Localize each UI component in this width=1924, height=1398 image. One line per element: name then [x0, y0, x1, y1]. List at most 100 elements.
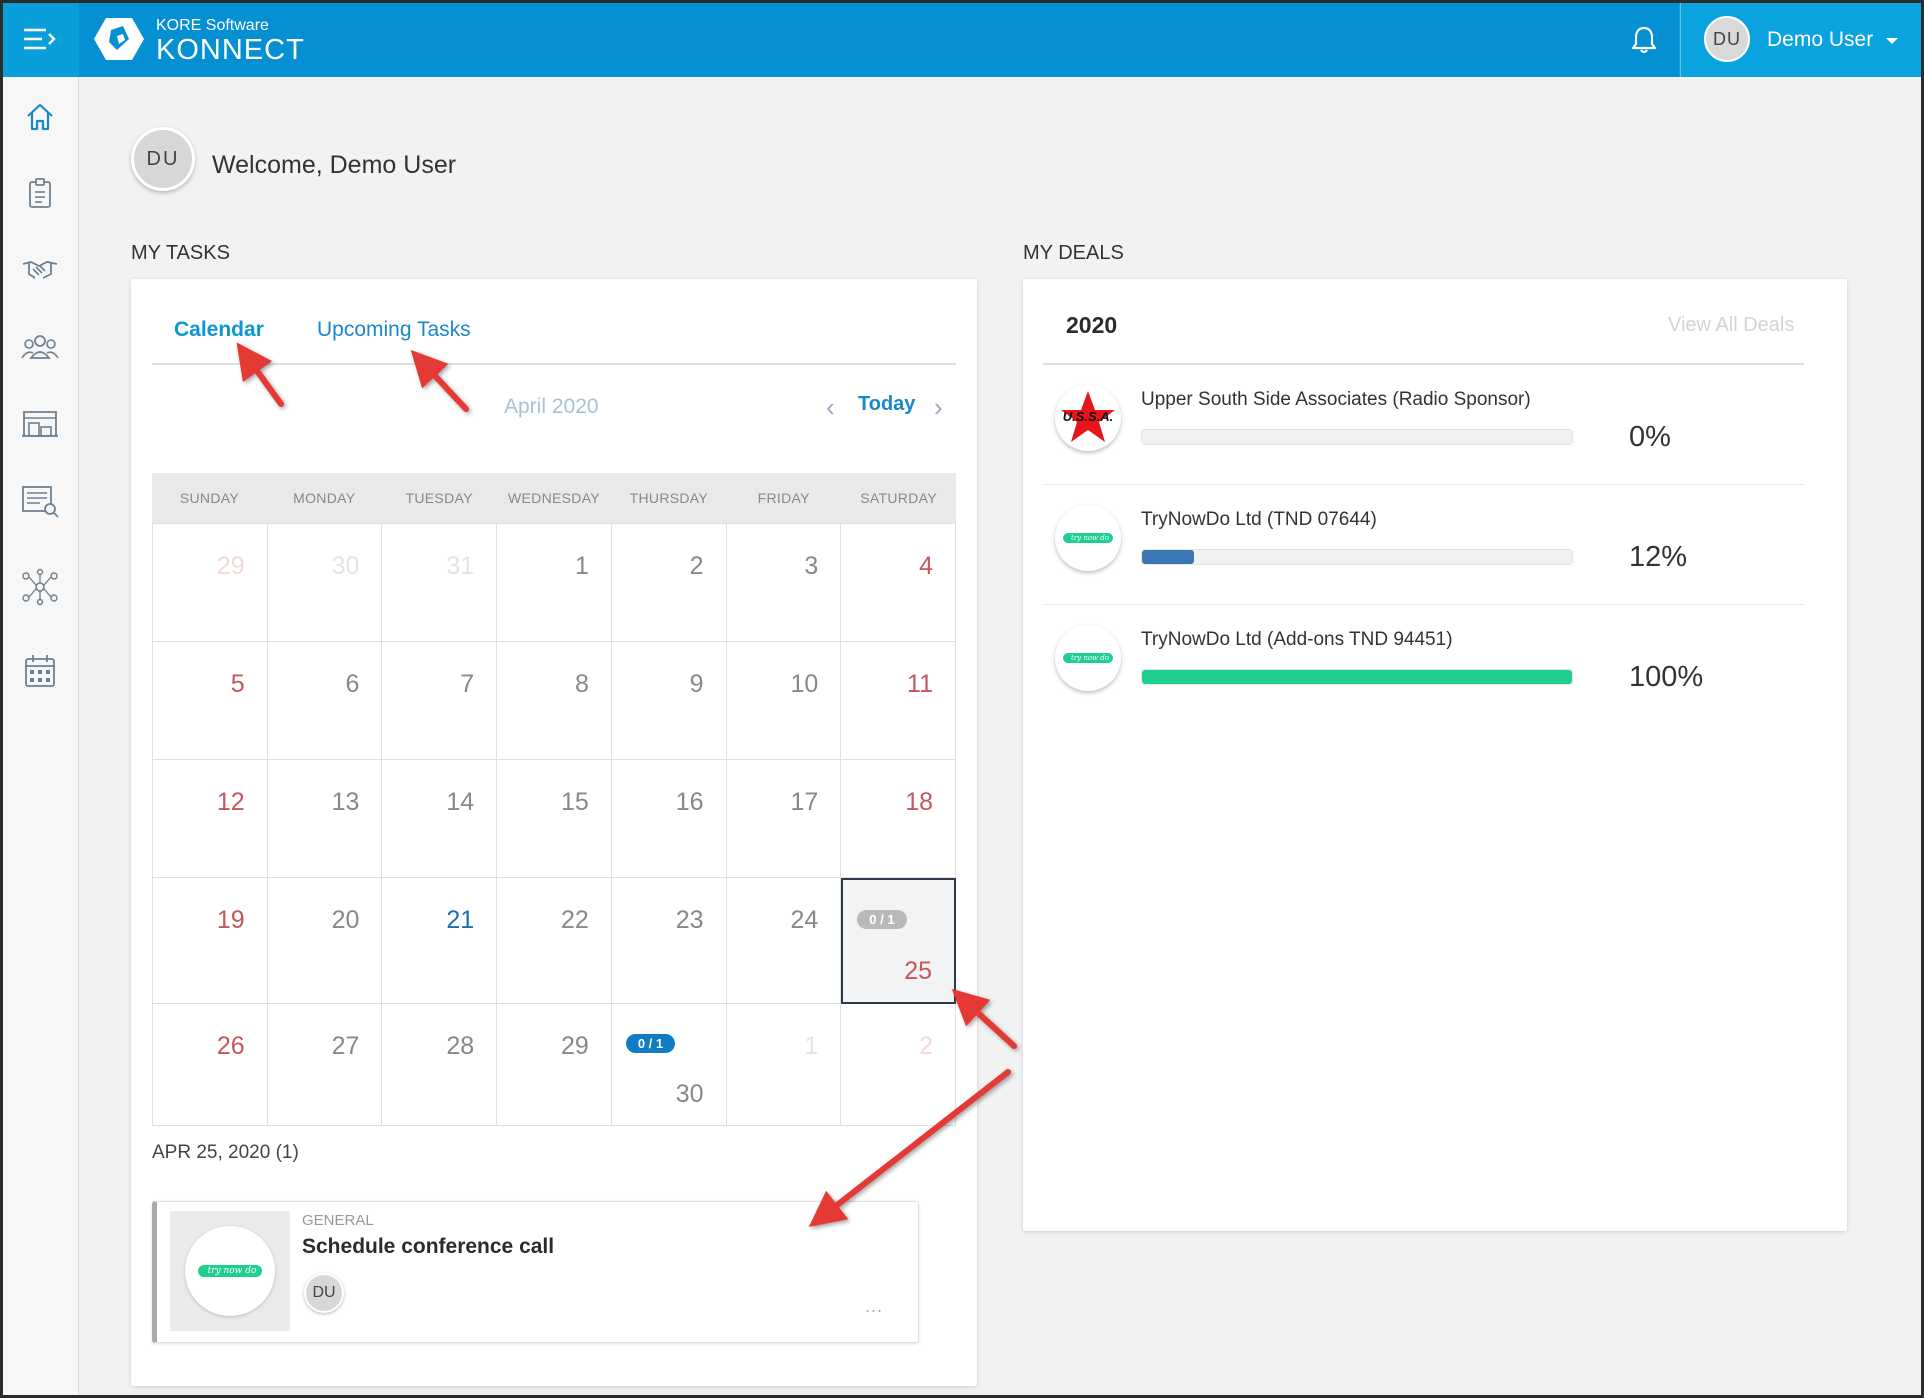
calendar-day-cell[interactable]: 29 — [497, 1004, 612, 1126]
my-deals-heading: MY DEALS — [1023, 242, 1124, 264]
calendar-day-cell[interactable]: 13 — [267, 760, 383, 878]
calendar-day-number: 29 — [216, 552, 245, 580]
deal-row[interactable]: U.S.S.A. Upper South Side Associates (Ra… — [1043, 365, 1804, 485]
calendar-day-cell[interactable]: 28 — [382, 1004, 498, 1126]
calendar-day-number: 16 — [675, 788, 704, 816]
trynowdo-logo: try now do — [1055, 625, 1121, 691]
sidebar-item-inventory[interactable] — [20, 403, 60, 443]
calendar-day-cell[interactable]: 9 — [611, 642, 727, 760]
sidebar-item-calendar[interactable] — [20, 651, 60, 691]
trynowdo-logo: try now do — [185, 1226, 275, 1316]
menu-toggle-button[interactable] — [0, 0, 79, 77]
calendar-day-cell[interactable]: 0 / 1 25 — [841, 878, 956, 1004]
deal-percent: 0% — [1629, 421, 1671, 453]
calendar-day-cell[interactable]: 5 — [153, 642, 268, 760]
calendar-day-cell[interactable]: 2 — [611, 524, 727, 642]
contacts-icon — [21, 335, 59, 359]
deal-percent: 100% — [1629, 661, 1704, 693]
calendar-day-cell[interactable]: 2 — [841, 1004, 956, 1126]
task-more-menu-icon[interactable]: ... — [865, 1296, 883, 1317]
calendar-day-cell[interactable]: 16 — [611, 760, 727, 878]
sidebar — [0, 77, 79, 1398]
calendar-day-cell[interactable]: 20 — [267, 878, 383, 1004]
calendar-day-number: 2 — [689, 552, 704, 580]
calendar-day-number: 29 — [561, 1032, 589, 1060]
calendar-day-number: 22 — [561, 906, 589, 934]
sidebar-item-network[interactable] — [20, 567, 60, 607]
calendar-day-number: 19 — [216, 906, 245, 934]
trynowdo-logo: try now do — [1055, 505, 1121, 571]
calendar-day-number: 30 — [331, 552, 360, 580]
calendar-day-number: 21 — [446, 906, 475, 934]
chevron-down-icon[interactable] — [1886, 38, 1898, 44]
calendar-day-cell[interactable]: 30 — [267, 524, 383, 642]
sidebar-item-contacts[interactable] — [20, 327, 60, 367]
welcome-message: Welcome, Demo User — [212, 151, 457, 179]
calendar-day-number: 15 — [561, 788, 589, 816]
calendar-day-cell[interactable]: 17 — [726, 760, 842, 878]
deal-progress-bar — [1141, 669, 1573, 685]
calendar-day-number: 6 — [345, 670, 360, 698]
ussa-star-icon: U.S.S.A. — [1061, 391, 1115, 442]
welcome-avatar: DU — [131, 127, 195, 191]
calendar-day-number: 11 — [907, 670, 933, 698]
calendar-day-cell[interactable]: 24 — [726, 878, 842, 1004]
clipboard-icon — [29, 178, 51, 208]
previous-month-chevron-left-icon[interactable]: ‹ — [826, 392, 835, 423]
calendar-day-cell[interactable]: 6 — [267, 642, 383, 760]
calendar-day-cell[interactable]: 15 — [497, 760, 612, 878]
brand-subtitle: KORE Software — [156, 17, 269, 34]
calendar: SUNDAY MONDAY TUESDAY WEDNESDAY THURSDAY FRID… — [152, 473, 956, 1126]
calendar-day-number: 17 — [790, 788, 819, 816]
deal-row[interactable]: try now do TryNowDo Ltd (Add-ons TND 944… — [1043, 605, 1804, 725]
task-category: GENERAL — [302, 1212, 374, 1229]
deals-year: 2020 — [1066, 312, 1118, 338]
calendar-day-cell[interactable]: 31 — [382, 524, 498, 642]
weekday-label: THURSDAY — [629, 490, 709, 506]
calendar-day-cell[interactable]: 7 — [382, 642, 498, 760]
sidebar-item-deals[interactable] — [20, 249, 60, 289]
calendar-day-cell[interactable]: 0 / 1 30 — [611, 1004, 727, 1126]
task-count-badge: 0 / 1 — [857, 910, 907, 929]
next-month-chevron-right-icon[interactable]: › — [934, 392, 943, 423]
view-all-deals-link[interactable]: View All Deals — [1668, 314, 1794, 337]
calendar-day-cell[interactable]: 26 — [153, 1004, 268, 1126]
tab-upcoming-tasks[interactable]: Upcoming Tasks — [317, 318, 471, 342]
deal-row[interactable]: try now do TryNowDo Ltd (TND 07644) 12% — [1043, 485, 1804, 605]
calendar-day-cell[interactable]: 4 — [841, 524, 956, 642]
tab-calendar[interactable]: Calendar — [174, 318, 264, 342]
calendar-day-cell[interactable]: 1 — [497, 524, 612, 642]
calendar-day-cell[interactable]: 29 — [153, 524, 268, 642]
task-logo-box: try now do — [170, 1211, 290, 1331]
calendar-month-label: April 2020 — [504, 395, 599, 418]
task-card[interactable]: try now do GENERAL Schedule conference c… — [152, 1201, 919, 1343]
user-avatar[interactable]: DU — [1704, 16, 1750, 62]
weekday-label: WEDNESDAY — [508, 490, 600, 506]
calendar-day-cell[interactable]: 27 — [267, 1004, 383, 1126]
calendar-day-cell[interactable]: 18 — [841, 760, 956, 878]
calendar-day-number: 10 — [790, 670, 819, 698]
today-button[interactable]: Today — [858, 393, 915, 416]
calendar-day-cell[interactable]: 3 — [726, 524, 842, 642]
ussa-logo: U.S.S.A. — [1055, 385, 1121, 451]
tabs-divider — [152, 363, 956, 365]
calendar-day-cell[interactable]: 1 — [726, 1004, 842, 1126]
sidebar-item-home[interactable] — [20, 97, 60, 137]
calendar-day-cell[interactable]: 14 — [382, 760, 498, 878]
calendar-grid: 29 30 31 1 2 3 4 5 6 7 8 9 10 11 12 13 14 15 16 17 18 19 20 21 2… — [152, 523, 956, 1126]
calendar-day-cell[interactable]: 23 — [611, 878, 727, 1004]
calendar-day-number: 25 — [904, 957, 932, 985]
calendar-day-cell[interactable]: 8 — [497, 642, 612, 760]
calendar-day-cell[interactable]: 11 — [841, 642, 956, 760]
sidebar-item-reports[interactable] — [20, 481, 60, 521]
calendar-day-cell[interactable]: 21 — [382, 878, 498, 1004]
calendar-day-cell[interactable]: 19 — [153, 878, 268, 1004]
notifications-bell-icon[interactable] — [1628, 24, 1660, 56]
task-assignee-avatar: DU — [304, 1273, 344, 1313]
calendar-day-cell[interactable]: 12 — [153, 760, 268, 878]
calendar-day-cell[interactable]: 10 — [726, 642, 842, 760]
home-icon — [27, 103, 53, 131]
user-menu-name[interactable]: Demo User — [1767, 28, 1873, 52]
calendar-day-cell[interactable]: 22 — [497, 878, 612, 1004]
sidebar-item-tasks[interactable] — [20, 173, 60, 213]
